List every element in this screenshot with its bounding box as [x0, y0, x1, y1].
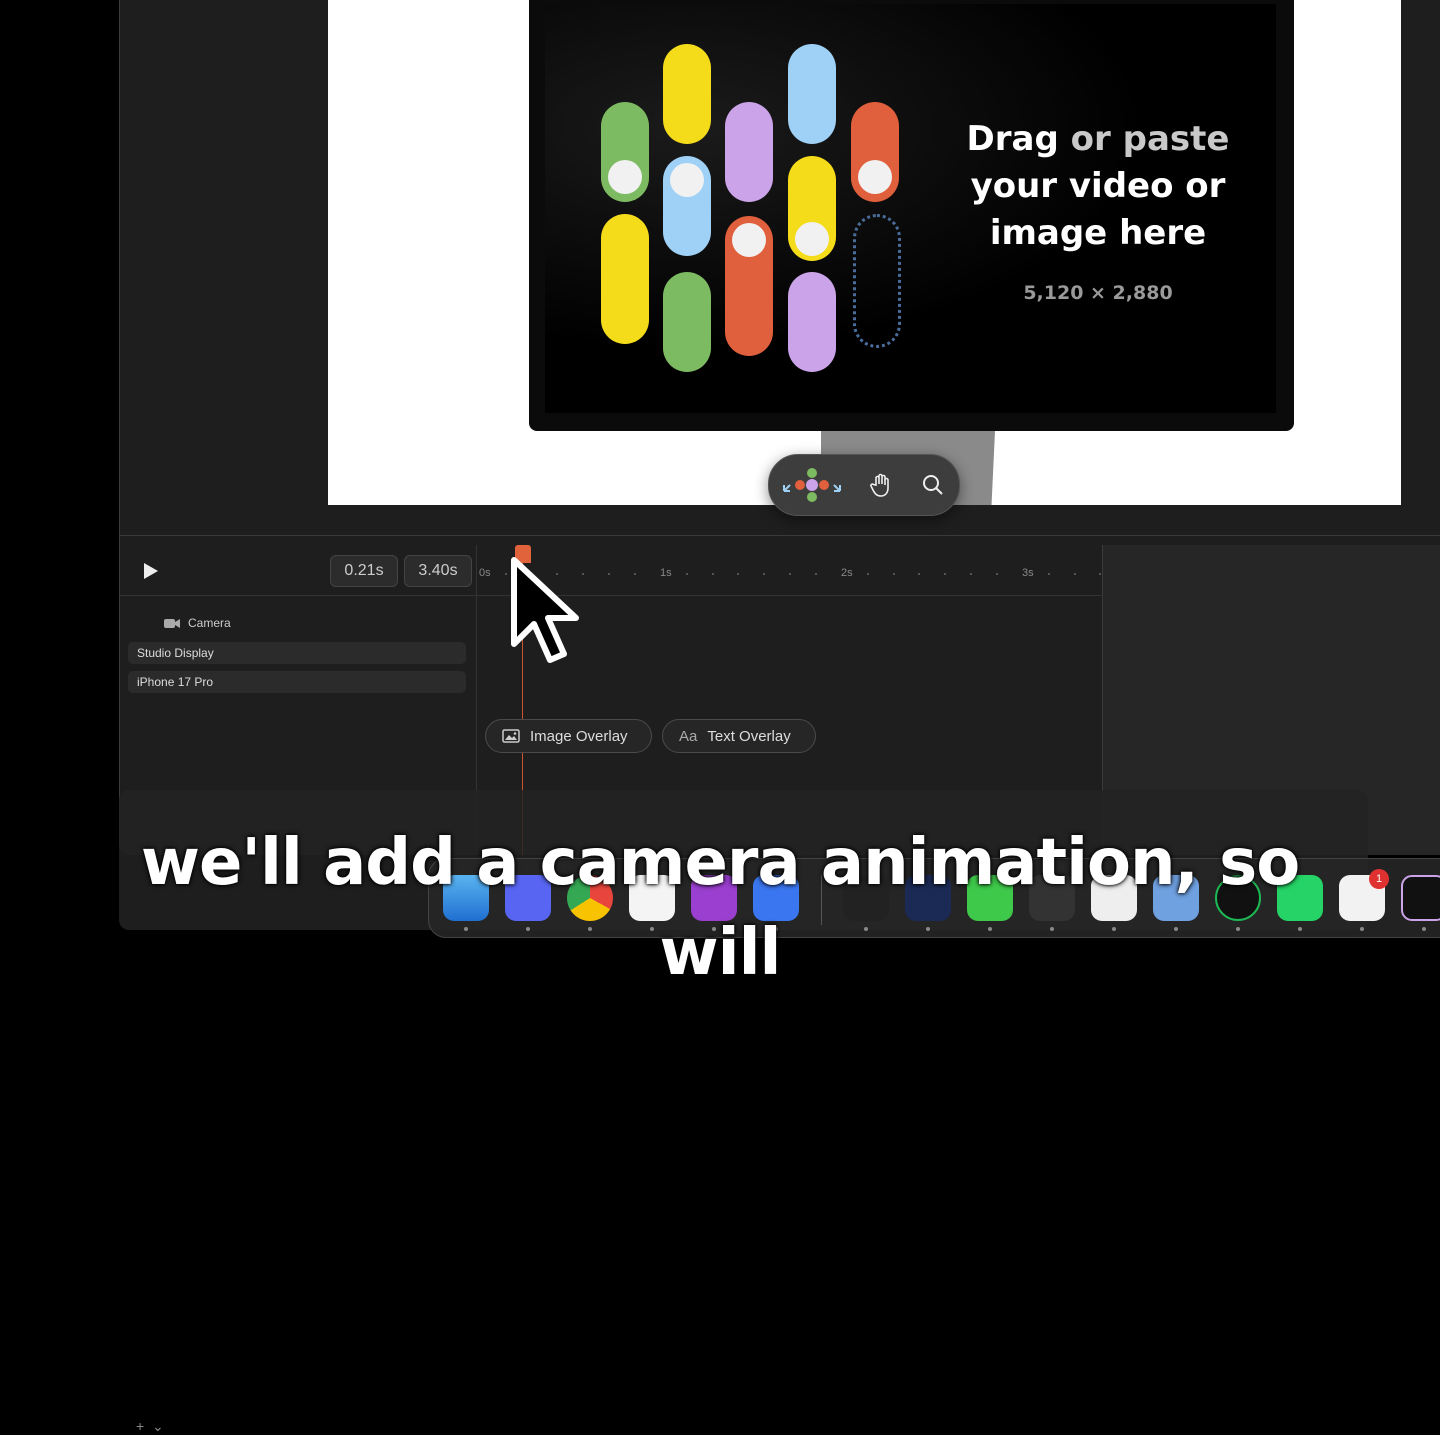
ruler-minor-tick: [814, 573, 817, 575]
ruler-minor-tick: [995, 573, 998, 575]
ruler-minor-tick: [1073, 573, 1076, 575]
hand-icon[interactable]: [865, 469, 897, 501]
video-caption: we'll add a camera animation, so will: [120, 818, 1320, 998]
ruler-minor-tick: [685, 573, 688, 575]
ruler-minor-tick: [608, 573, 610, 575]
end-time-field[interactable]: 3.40s: [404, 555, 472, 587]
ruler-minor-tick: [789, 573, 791, 575]
drop-line1-bold: Drag: [966, 119, 1059, 159]
mouse-pointer-icon: [511, 557, 579, 663]
ruler-minor-tick: [737, 573, 740, 575]
camera-track-header[interactable]: Camera: [164, 616, 231, 630]
caption-line2: will: [659, 916, 782, 990]
image-overlay-label: Image Overlay: [530, 727, 628, 745]
add-track-button[interactable]: + ⌄: [136, 1418, 164, 1435]
image-icon: [502, 729, 520, 743]
ruler-minor-tick: [1047, 573, 1050, 575]
drop-instruction: Drag or paste your video or image here: [933, 116, 1263, 257]
image-overlay-button[interactable]: Image Overlay: [485, 719, 652, 753]
start-time-field[interactable]: 0.21s: [330, 555, 398, 587]
ruler-minor-tick: [944, 573, 947, 575]
drop-zone[interactable]: Drag or paste your video or image here 5…: [545, 4, 1276, 413]
track-iphone[interactable]: iPhone 17 Pro: [128, 671, 466, 693]
search-icon[interactable]: [917, 469, 949, 501]
ruler-minor-tick: [504, 573, 507, 575]
ruler-minor-tick: [866, 573, 869, 575]
play-button[interactable]: [144, 563, 158, 579]
plus-icon: +: [136, 1418, 145, 1434]
ruler-tick: 1s: [660, 567, 672, 579]
running-indicator: [1422, 927, 1426, 931]
move-icon[interactable]: [779, 468, 845, 502]
drop-line2: your video or: [970, 166, 1226, 206]
camera-icon: [164, 618, 180, 628]
ruler-minor-tick: [892, 573, 895, 575]
ruler-tick: 0s: [479, 567, 491, 579]
ruler-minor-tick: [918, 573, 921, 575]
ruler-minor-tick: [711, 573, 714, 575]
text-overlay-label: Text Overlay: [707, 727, 791, 745]
ruler-minor-tick: [633, 573, 636, 575]
ruler-tick: 2s: [841, 567, 853, 579]
text-overlay-button[interactable]: Aa Text Overlay: [662, 719, 816, 753]
app-icon[interactable]: [1401, 875, 1440, 921]
drop-line1-muted: or paste: [1070, 119, 1230, 159]
ruler-minor-tick: [970, 573, 972, 575]
canvas-toolbar: [768, 454, 960, 516]
track-studio-display[interactable]: Studio Display: [128, 642, 466, 664]
drop-line3: image here: [989, 213, 1207, 253]
resolution-label: 5,120 × 2,880: [1023, 282, 1173, 304]
chevron-down-icon: ⌄: [151, 1418, 164, 1434]
canvas-area: Drag or paste your video or image here 5…: [120, 0, 1440, 536]
caption-line1: we'll add a camera animation, so: [140, 826, 1300, 900]
ruler-minor-tick: [763, 573, 766, 575]
text-icon: Aa: [679, 727, 698, 745]
camera-label: Camera: [188, 616, 231, 630]
ruler-tick: 3s: [1022, 567, 1034, 579]
notification-badge: 1: [1369, 869, 1389, 889]
studio-display-mockup[interactable]: Drag or paste your video or image here 5…: [529, 0, 1294, 431]
running-indicator: [1360, 927, 1364, 931]
